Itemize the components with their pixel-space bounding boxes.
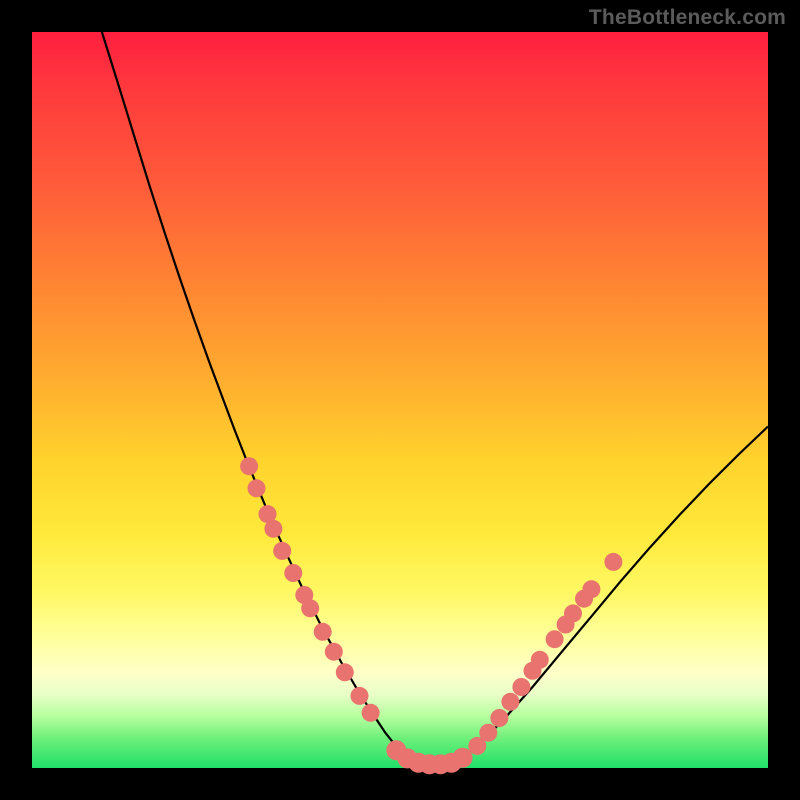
- data-marker: [512, 678, 530, 696]
- data-marker: [336, 663, 354, 681]
- data-marker: [479, 724, 497, 742]
- data-marker: [325, 643, 343, 661]
- data-marker: [490, 709, 508, 727]
- data-marker: [351, 687, 369, 705]
- data-marker: [501, 693, 519, 711]
- data-marker: [546, 630, 564, 648]
- data-marker: [604, 553, 622, 571]
- curve-layer: [32, 32, 768, 768]
- chart-frame: TheBottleneck.com: [0, 0, 800, 800]
- data-marker: [582, 580, 600, 598]
- data-marker: [453, 748, 473, 768]
- bottleneck-curve: [102, 32, 768, 764]
- data-marker: [248, 479, 266, 497]
- data-marker: [284, 564, 302, 582]
- data-marker: [301, 599, 319, 617]
- data-marker: [531, 651, 549, 669]
- plot-area: [32, 32, 768, 768]
- data-marker: [314, 623, 332, 641]
- data-marker: [240, 457, 258, 475]
- data-marker: [264, 520, 282, 538]
- data-marker: [273, 542, 291, 560]
- data-marker: [564, 604, 582, 622]
- marker-group: [240, 457, 622, 774]
- data-marker: [362, 704, 380, 722]
- watermark-text: TheBottleneck.com: [589, 6, 786, 30]
